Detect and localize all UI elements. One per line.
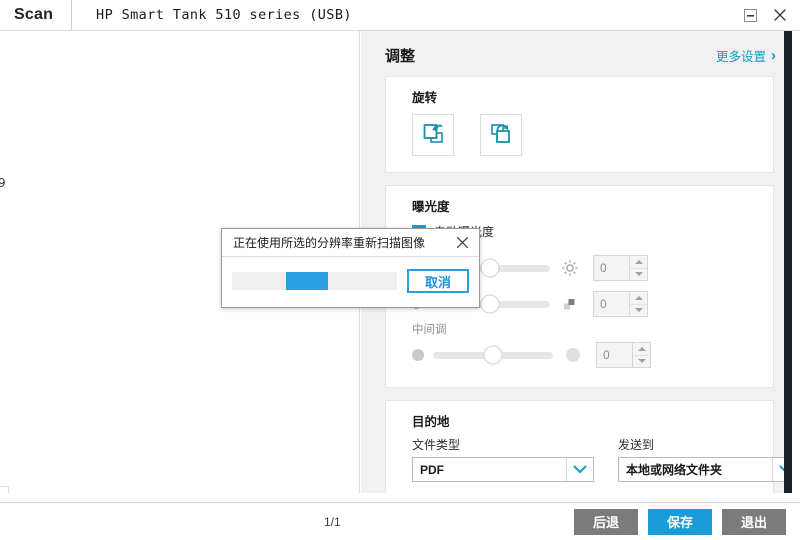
rotate-right-button[interactable] [480, 114, 522, 156]
send-to-value: 本地或网络文件夹 [619, 461, 772, 478]
dialog-titlebar: 正在使用所选的分辨率重新扫描图像 [222, 229, 479, 257]
app-title: Scan [0, 6, 53, 24]
midtone-stepper[interactable]: 0 [596, 342, 651, 368]
page-title: 调整 [385, 45, 415, 66]
file-type-select[interactable]: PDF [412, 457, 594, 482]
more-settings-label: 更多设置 [716, 46, 766, 65]
back-button[interactable]: 后退 [574, 509, 638, 535]
destination-card: 目的地 文件类型 PDF 发送到 [385, 400, 774, 493]
progress-bar-indicator [286, 272, 327, 290]
file-type-value: PDF [413, 463, 566, 477]
minimize-icon[interactable] [742, 7, 758, 23]
close-icon[interactable] [772, 7, 788, 23]
dialog-body: 取消 [222, 257, 479, 307]
exit-button[interactable]: 退出 [722, 509, 786, 535]
midtone-row: 0 [386, 337, 773, 373]
page-thumbnail[interactable] [0, 486, 9, 493]
stepper-down-icon[interactable] [633, 355, 650, 368]
contrast-icon [559, 295, 581, 313]
send-to-select[interactable]: 本地或网络文件夹 [618, 457, 792, 482]
contrast-stepper[interactable]: 0 [593, 291, 648, 317]
device-name: HP Smart Tank 510 series (USB) [96, 7, 352, 23]
chevron-right-icon: › [771, 48, 776, 63]
rotate-card: 旋转 [385, 76, 774, 173]
midtone-max-icon [562, 348, 584, 362]
titlebar-divider [71, 0, 72, 30]
midtone-min-icon [412, 349, 424, 361]
midtone-stepper-arrows [632, 343, 650, 367]
send-to-label: 发送到 [618, 436, 792, 453]
window-titlebar: Scan HP Smart Tank 510 series (USB) [0, 0, 800, 31]
midtone-label: 中间调 [386, 321, 773, 337]
rotate-right-icon [487, 119, 515, 152]
stepper-up-icon[interactable] [633, 343, 650, 355]
exposure-title: 曝光度 [386, 186, 773, 221]
brightness-icon [559, 259, 581, 277]
page-indicator: 1/1 [324, 515, 341, 529]
contrast-slider-knob[interactable] [481, 295, 500, 314]
midtone-slider[interactable] [433, 352, 553, 359]
contrast-value: 0 [594, 292, 629, 316]
midtone-value: 0 [597, 343, 632, 367]
file-type-label: 文件类型 [412, 436, 594, 453]
more-settings-link[interactable]: 更多设置 › [716, 46, 776, 65]
progress-bar [232, 272, 397, 290]
brightness-stepper[interactable]: 0 [593, 255, 648, 281]
rotate-left-icon [419, 119, 447, 152]
brightness-stepper-arrows [629, 256, 647, 280]
preview-artifact: 9 [0, 176, 6, 190]
rotate-left-button[interactable] [412, 114, 454, 156]
contrast-stepper-arrows [629, 292, 647, 316]
brightness-slider-knob[interactable] [481, 259, 500, 278]
settings-scrollbar[interactable] [784, 31, 792, 493]
window-controls [742, 7, 800, 23]
bottom-toolbar: 1/1 后退 保存 退出 [0, 502, 800, 540]
send-to-field: 发送到 本地或网络文件夹 [618, 436, 792, 482]
close-icon[interactable] [453, 234, 471, 252]
stepper-down-icon[interactable] [630, 268, 647, 281]
destination-fields: 文件类型 PDF 发送到 本地或网络文件夹 [386, 436, 773, 482]
stepper-down-icon[interactable] [630, 304, 647, 317]
stepper-up-icon[interactable] [630, 256, 647, 268]
rescan-progress-dialog: 正在使用所选的分辨率重新扫描图像 取消 [221, 228, 480, 308]
midtone-slider-knob[interactable] [484, 346, 503, 365]
chevron-down-icon [566, 458, 593, 481]
stepper-up-icon[interactable] [630, 292, 647, 304]
rotate-title: 旋转 [386, 77, 773, 112]
save-button[interactable]: 保存 [648, 509, 712, 535]
destination-title: 目的地 [386, 401, 773, 436]
cancel-button[interactable]: 取消 [407, 269, 469, 293]
brightness-value: 0 [594, 256, 629, 280]
file-type-field: 文件类型 PDF [412, 436, 594, 482]
rotate-buttons [386, 112, 773, 172]
bottom-actions: 后退 保存 退出 [574, 509, 800, 535]
dialog-title: 正在使用所选的分辨率重新扫描图像 [233, 234, 453, 251]
settings-header: 调整 更多设置 › [361, 31, 792, 76]
